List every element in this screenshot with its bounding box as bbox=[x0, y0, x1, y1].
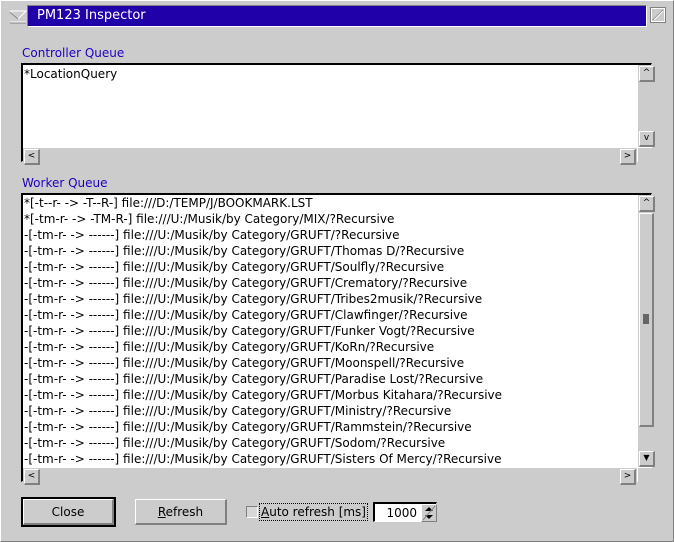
controller-queue-vscrollbar[interactable]: ^ v bbox=[637, 65, 655, 147]
maximize-icon bbox=[650, 7, 666, 23]
spin-arrows-icon bbox=[422, 505, 436, 521]
worker-list-item[interactable]: -[-tm-r- -> ------] file:///U:/Musik/by … bbox=[24, 259, 502, 275]
controller-queue-listbox[interactable]: *LocationQuery ^ v < > bbox=[21, 63, 655, 165]
chevron-down-icon: v bbox=[643, 133, 650, 143]
refresh-button[interactable]: Refresh bbox=[135, 499, 227, 525]
grip-icon bbox=[643, 314, 649, 324]
worker-queue-items: *[-t--r- -> -T--R-] file:///D:/TEMP/J/BO… bbox=[23, 195, 502, 467]
controller-queue-label: Controller Queue bbox=[22, 46, 125, 60]
worker-list-item[interactable]: -[-tm-r- -> ------] file:///U:/Musik/by … bbox=[24, 419, 502, 435]
sysmenu-icon bbox=[9, 10, 28, 24]
scrollbar-corner bbox=[637, 147, 652, 162]
scroll-left-button[interactable]: < bbox=[24, 469, 40, 485]
maximize-button[interactable] bbox=[650, 7, 666, 23]
worker-list-item[interactable]: *[-t--r- -> -T--R-] file:///D:/TEMP/J/BO… bbox=[24, 195, 502, 211]
worker-list-item[interactable]: -[-tm-r- -> ------] file:///U:/Musik/by … bbox=[24, 243, 502, 259]
scroll-up-button[interactable]: ^ bbox=[639, 196, 655, 212]
worker-list-item[interactable]: -[-tm-r- -> ------] file:///U:/Musik/by … bbox=[24, 371, 502, 387]
worker-queue-listbox[interactable]: *[-t--r- -> -T--R-] file:///D:/TEMP/J/BO… bbox=[21, 193, 655, 485]
close-button-label: Close bbox=[51, 505, 85, 519]
worker-list-item[interactable]: -[-tm-r- -> ------] file:///U:/Musik/by … bbox=[24, 291, 502, 307]
auto-refresh-label-text: uto refresh [ms] bbox=[269, 505, 366, 519]
chevron-up-icon: ^ bbox=[642, 198, 651, 208]
worker-list-item[interactable]: -[-tm-r- -> ------] file:///U:/Musik/by … bbox=[24, 307, 502, 323]
worker-list-item[interactable]: -[-tm-r- -> ------] file:///U:/Musik/by … bbox=[24, 339, 502, 355]
scroll-left-button[interactable]: < bbox=[24, 149, 40, 165]
auto-refresh-label[interactable]: Auto refresh [ms] bbox=[259, 503, 368, 521]
close-button[interactable]: Close bbox=[23, 499, 114, 525]
refresh-button-label: efresh bbox=[165, 505, 204, 519]
scroll-right-button[interactable]: > bbox=[620, 149, 636, 165]
worker-list-item[interactable]: -[-tm-r- -> ------] file:///U:/Musik/by … bbox=[24, 403, 502, 419]
spin-button[interactable] bbox=[421, 504, 437, 522]
chevron-up-icon: ^ bbox=[642, 68, 651, 78]
chevron-right-icon: > bbox=[623, 151, 632, 161]
chevron-left-icon: < bbox=[27, 151, 36, 161]
scroll-up-button[interactable]: ^ bbox=[639, 66, 655, 82]
controller-queue-items: *LocationQuery bbox=[23, 66, 117, 82]
worker-list-item[interactable]: -[-tm-r- -> ------] file:///U:/Musik/by … bbox=[24, 323, 502, 339]
scroll-right-button[interactable]: > bbox=[620, 469, 636, 485]
worker-list-item[interactable]: -[-tm-r- -> ------] file:///U:/Musik/by … bbox=[24, 451, 502, 467]
chevron-down-icon: ▼ bbox=[643, 453, 650, 462]
refresh-mnemonic: R bbox=[157, 505, 166, 519]
auto-refresh-checkbox[interactable] bbox=[246, 506, 258, 518]
system-menu-button[interactable] bbox=[8, 7, 28, 25]
chevron-right-icon: > bbox=[623, 471, 632, 481]
worker-list-item[interactable]: -[-tm-r- -> ------] file:///U:/Musik/by … bbox=[24, 227, 502, 243]
window-title: PM123 Inspector bbox=[37, 8, 146, 23]
refresh-interval-spinner[interactable]: 1000 bbox=[373, 502, 437, 522]
scrollbar-corner bbox=[637, 467, 652, 482]
worker-queue-hscrollbar[interactable]: < > bbox=[23, 467, 637, 485]
controller-queue-hscrollbar[interactable]: < > bbox=[23, 147, 637, 165]
refresh-interval-value[interactable]: 1000 bbox=[386, 505, 417, 521]
worker-queue-vscrollbar[interactable]: ^ ▼ bbox=[637, 195, 655, 467]
scroll-down-button[interactable]: v bbox=[639, 131, 655, 147]
worker-queue-label: Worker Queue bbox=[22, 176, 108, 190]
worker-list-item[interactable]: -[-tm-r- -> ------] file:///U:/Musik/by … bbox=[24, 275, 502, 291]
scroll-down-button[interactable]: ▼ bbox=[639, 451, 655, 467]
worker-list-item[interactable]: *[-tm-r- -> -TM-R-] file:///U:/Musik/by … bbox=[24, 211, 502, 227]
chevron-left-icon: < bbox=[27, 471, 36, 481]
title-bar[interactable]: PM123 Inspector bbox=[27, 5, 647, 27]
worker-list-item[interactable]: -[-tm-r- -> ------] file:///U:/Musik/by … bbox=[24, 387, 502, 403]
auto-refresh-mnemonic: A bbox=[261, 505, 270, 519]
scrollbar-thumb[interactable] bbox=[639, 213, 654, 427]
worker-list-item[interactable]: -[-tm-r- -> ------] file:///U:/Musik/by … bbox=[24, 355, 502, 371]
worker-list-item[interactable]: -[-tm-r- -> ------] file:///U:/Musik/by … bbox=[24, 435, 502, 451]
controller-list-item[interactable]: *LocationQuery bbox=[24, 66, 117, 82]
